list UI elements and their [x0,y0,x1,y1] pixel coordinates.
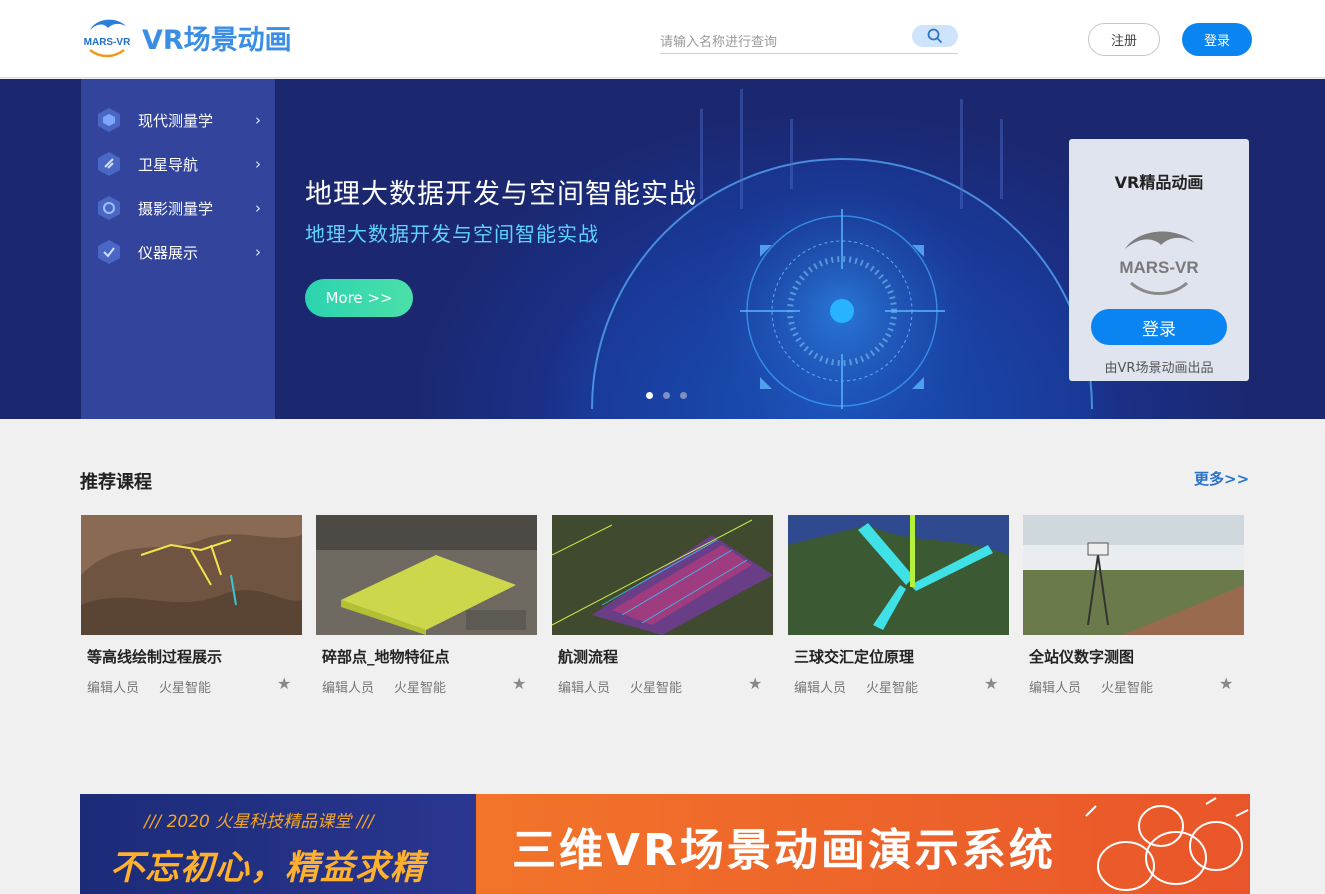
promo-main-text: 三维VR场景动画演示系统 [512,825,1056,876]
course-thumbnail [316,515,537,635]
search-bar [660,24,958,54]
course-meta: 编辑人员 火星智能 [322,677,446,696]
carousel-indicators [646,392,687,399]
search-input[interactable] [660,32,900,52]
editor-name: 火星智能 [630,681,683,696]
search-button[interactable] [912,25,958,47]
course-meta: 编辑人员 火星智能 [87,677,211,696]
course-card[interactable]: 航测流程 编辑人员 火星智能 ★ [552,515,773,705]
course-name: 三球交汇定位原理 [794,648,915,666]
promo-left-panel: /// 2020 火星科技精品课堂 /// 不忘初心，精益求精 [80,794,476,894]
star-icon[interactable]: ★ [512,674,526,693]
cartoon-chicks-illustration [1085,797,1249,891]
register-button[interactable]: 注册 [1088,23,1160,56]
hero-banner: 现代测量学 › 卫星导航 › 摄影测量学 › 仪器展示 › 地理大数据开发与空间… [0,79,1325,419]
top-header: MARS-VR VR场景动画 注册 登录 [0,0,1325,78]
vr-login-card: VR精品动画 MARS-VR 登录 由VR场景动画出品 [1069,139,1249,381]
promo-banner[interactable]: /// 2020 火星科技精品课堂 /// 不忘初心，精益求精 三维VR场景动画… [80,794,1250,894]
promo-small-text: /// 2020 火星科技精品课堂 /// [144,812,374,832]
star-icon[interactable]: ★ [984,674,998,693]
editor-label: 编辑人员 [322,681,375,696]
cube-icon [98,108,120,132]
course-card[interactable]: 等高线绘制过程展示 编辑人员 火星智能 ★ [81,515,302,705]
more-button[interactable]: More >> [305,279,413,317]
course-name: 全站仪数字测图 [1029,648,1135,666]
camera-icon [98,196,120,220]
star-icon[interactable]: ★ [277,674,291,693]
editor-name: 火星智能 [1101,681,1154,696]
course-card[interactable]: 全站仪数字测图 编辑人员 火星智能 ★ [1023,515,1244,705]
course-thumbnail [1023,515,1244,635]
star-icon[interactable]: ★ [748,674,762,693]
vr-card-note: 由VR场景动画出品 [1104,361,1214,376]
course-name: 航测流程 [558,648,619,666]
mars-vr-logo[interactable]: MARS-VR [82,12,132,60]
mars-vr-logo: MARS-VR [1119,231,1199,295]
vr-card-title: VR精品动画 [1114,173,1204,192]
instrument-icon [98,240,120,264]
course-meta: 编辑人员 火星智能 [794,677,918,696]
star-icon[interactable]: ★ [1219,674,1233,693]
course-meta: 编辑人员 火星智能 [558,677,682,696]
section-title: 推荐课程 [80,472,152,493]
promo-right-panel: 三维VR场景动画演示系统 [476,794,1250,894]
menu-item-satellite-navigation[interactable]: 卫星导航 › [81,142,275,186]
satellite-icon [98,152,120,176]
course-card[interactable]: 碎部点_地物特征点 编辑人员 火星智能 ★ [316,515,537,705]
promo-slogan: 不忘初心，精益求精 [110,848,425,888]
carousel-dot[interactable] [680,392,687,399]
menu-item-photogrammetry[interactable]: 摄影测量学 › [81,186,275,230]
category-menu: 现代测量学 › 卫星导航 › 摄影测量学 › 仪器展示 › [81,79,275,419]
svg-text:MARS-VR: MARS-VR [84,37,131,48]
editor-name: 火星智能 [159,681,212,696]
menu-label: 现代测量学 [138,111,214,130]
more-courses-link[interactable]: 更多>> [1194,468,1249,489]
editor-label: 编辑人员 [1029,681,1082,696]
login-button[interactable]: 登录 [1182,23,1252,56]
editor-name: 火星智能 [866,681,919,696]
course-name: 等高线绘制过程展示 [87,648,223,666]
chevron-right-icon: › [255,199,261,217]
menu-label: 仪器展示 [138,243,199,262]
chevron-right-icon: › [255,155,261,173]
search-icon [927,28,943,44]
editor-label: 编辑人员 [87,681,140,696]
editor-name: 火星智能 [394,681,447,696]
course-meta: 编辑人员 火星智能 [1029,677,1153,696]
brand-title: VR场景动画 [142,25,292,56]
menu-label: 卫星导航 [138,155,199,174]
banner-subtitle: 地理大数据开发与空间智能实战 [305,222,599,246]
carousel-dot[interactable] [646,392,653,399]
menu-item-instrument-display[interactable]: 仪器展示 › [81,230,275,274]
menu-item-modern-surveying[interactable]: 现代测量学 › [81,98,275,142]
vr-card-logo-text: MARS-VR [1119,258,1198,277]
course-thumbnail [788,515,1009,635]
editor-label: 编辑人员 [558,681,611,696]
menu-label: 摄影测量学 [138,199,214,218]
card-login-button[interactable]: 登录 [1091,309,1227,345]
course-name: 碎部点_地物特征点 [322,648,450,666]
chevron-right-icon: › [255,111,261,129]
course-thumbnail [552,515,773,635]
carousel-dot[interactable] [663,392,670,399]
course-card[interactable]: 三球交汇定位原理 编辑人员 火星智能 ★ [788,515,1009,705]
course-thumbnail [81,515,302,635]
editor-label: 编辑人员 [794,681,847,696]
banner-title: 地理大数据开发与空间智能实战 [305,179,697,210]
chevron-right-icon: › [255,243,261,261]
